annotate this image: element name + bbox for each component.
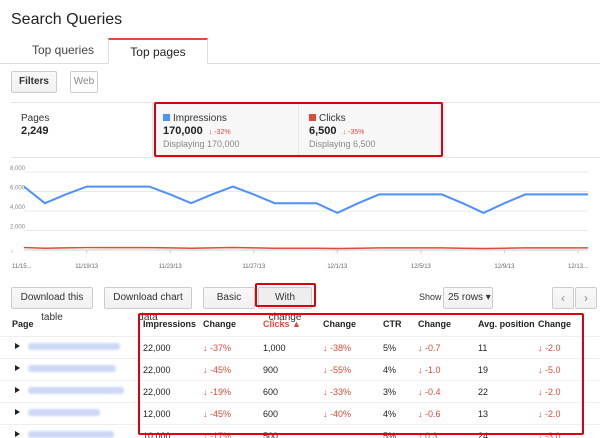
highlight-summary bbox=[154, 102, 443, 157]
x-tick-label: 12/9/13 bbox=[494, 264, 515, 270]
tab-top-pages[interactable]: Top pages bbox=[108, 38, 208, 64]
prev-page-button[interactable]: ‹ bbox=[552, 287, 574, 309]
pages-value: 2,249 bbox=[21, 125, 49, 137]
summary-pages[interactable]: Pages 2,249 bbox=[11, 103, 153, 157]
page-url-redacted[interactable] bbox=[28, 409, 100, 416]
performance-chart: 8,000 6,000 4,000 2,000 11/15... 11/19/13 11/2… bbox=[10, 166, 588, 270]
series-line-clicks bbox=[23, 246, 588, 250]
highlight-with-change bbox=[255, 283, 316, 307]
x-tick-label: 11/27/13 bbox=[242, 264, 266, 270]
y-tick-label: 8,000 bbox=[10, 166, 26, 172]
filters-button[interactable]: Filters bbox=[11, 71, 57, 93]
download-chart-button[interactable]: Download chart data bbox=[104, 287, 192, 323]
x-tick-label: 12/1/13 bbox=[327, 264, 348, 270]
tab-top-queries[interactable]: Top queries bbox=[18, 38, 108, 64]
page-url-redacted[interactable] bbox=[28, 365, 116, 372]
chevron-down-icon: ▾ bbox=[485, 292, 491, 303]
header-page[interactable]: Page bbox=[12, 319, 34, 329]
expand-triangle-icon[interactable] bbox=[15, 409, 20, 415]
expand-triangle-icon[interactable] bbox=[15, 431, 20, 437]
x-tick-label: 12/13... bbox=[568, 264, 588, 270]
y-tick-label: 4,000 bbox=[10, 205, 26, 211]
expand-triangle-icon[interactable] bbox=[15, 343, 20, 349]
x-tick-label: 12/5/13 bbox=[411, 264, 432, 270]
expand-triangle-icon[interactable] bbox=[15, 387, 20, 393]
page-url-redacted[interactable] bbox=[28, 387, 124, 394]
page-url-redacted[interactable] bbox=[28, 431, 114, 438]
tab-bar: Top queries Top pages bbox=[0, 38, 600, 64]
web-filter-button[interactable]: Web bbox=[70, 71, 98, 93]
x-tick-label: 11/15... bbox=[12, 264, 32, 270]
highlight-table-metrics bbox=[138, 313, 584, 435]
y-tick-label: 2,000 bbox=[10, 225, 26, 231]
next-page-button[interactable]: › bbox=[575, 287, 597, 309]
basic-view-button[interactable]: Basic bbox=[203, 287, 255, 309]
x-tick-label: 11/19/13 bbox=[75, 264, 99, 270]
rows-select[interactable]: 25 rows ▾ bbox=[443, 287, 493, 309]
page-title: Search Queries bbox=[11, 11, 123, 28]
page-url-redacted[interactable] bbox=[28, 343, 120, 350]
download-table-button[interactable]: Download this table bbox=[11, 287, 93, 323]
series-line-impressions bbox=[23, 185, 588, 215]
show-label: Show bbox=[419, 292, 442, 302]
pages-label: Pages bbox=[21, 113, 50, 124]
expand-triangle-icon[interactable] bbox=[15, 365, 20, 371]
y-tick-label: 6,000 bbox=[10, 186, 26, 192]
x-tick-label: 11/23/13 bbox=[159, 264, 183, 270]
rows-select-value: 25 rows bbox=[448, 292, 484, 303]
